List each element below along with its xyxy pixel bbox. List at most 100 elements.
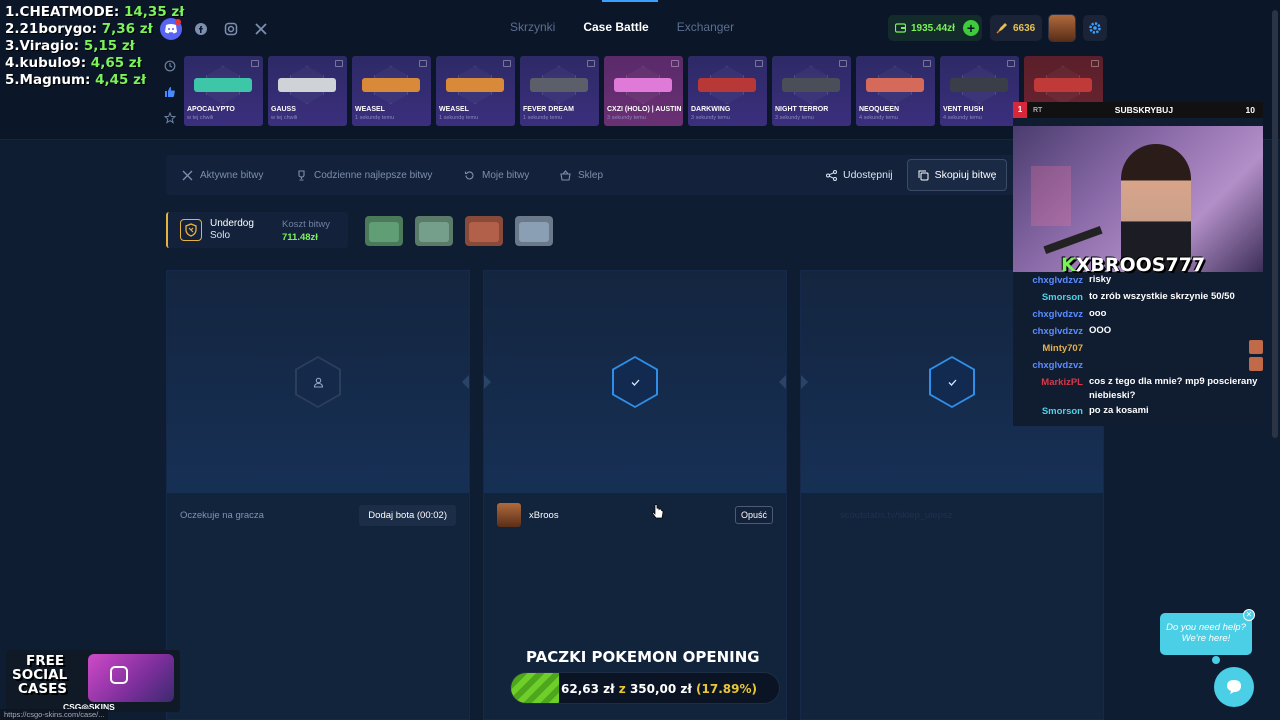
copy-icon <box>918 170 929 180</box>
chat-message: Smorson to zrób wszystkie skrzynie 50/50 <box>1013 289 1263 306</box>
rocket-icon <box>996 23 1007 34</box>
chat-text <box>1089 340 1249 357</box>
facebook-icon[interactable] <box>190 18 212 40</box>
settings-button[interactable] <box>1083 15 1107 41</box>
chat-text: ooo <box>1089 308 1107 319</box>
slot-arrow <box>462 375 469 389</box>
live-drop-item[interactable]: NIGHT TERROR 3 sekundy temu <box>772 56 851 126</box>
nav-cases[interactable]: Skrzynki <box>510 20 555 34</box>
x-icon[interactable] <box>250 18 272 40</box>
case-thumbnail[interactable] <box>515 216 553 246</box>
live-drop-item[interactable]: FEVER DREAM 1 sekundę temu <box>520 56 599 126</box>
case-icon <box>587 60 595 67</box>
drop-time: 1 sekundę temu <box>523 115 563 121</box>
battle-cost: Koszt bitwy 711.48zł <box>282 218 330 244</box>
copy-battle-button[interactable]: Skopiuj bitwę <box>907 159 1007 191</box>
chat-username: chxglvdzvz <box>1032 360 1083 371</box>
case-thumbnail[interactable] <box>465 216 503 246</box>
gear-icon <box>1089 22 1101 34</box>
stream-chat: chxglvdzvz risky Smorson to zrób wszystkie … <box>1013 272 1263 420</box>
case-icon <box>923 60 931 67</box>
leave-button[interactable]: Opuść <box>734 506 773 524</box>
case-icon <box>503 60 511 67</box>
promo-title: PACZKI POKEMON OPENING <box>526 648 760 666</box>
star-icon[interactable] <box>164 112 176 124</box>
close-icon[interactable]: ✕ <box>1243 609 1255 621</box>
battle-cases <box>365 216 553 246</box>
player-slot-1: Oczekuje na gracza Dodaj bota (00:02) <box>166 270 470 720</box>
stream-leaderboard: 1.CHEATMODE: 14,35 zł 2.21borygo: 7,36 z… <box>5 4 184 89</box>
leaderboard-row: 3.Viragio: 5,15 zł <box>5 38 135 54</box>
add-funds-button[interactable]: + <box>962 20 979 36</box>
live-drop-item[interactable]: WEASEL 1 sekundę temu <box>436 56 515 126</box>
drop-name: NIGHT TERROR <box>775 106 829 113</box>
drop-time: 3 sekundy temu <box>607 115 646 121</box>
case-thumbnail[interactable] <box>365 216 403 246</box>
share-icon <box>826 169 837 181</box>
drop-name: DARKWING <box>691 106 731 113</box>
wallet-icon <box>895 23 906 33</box>
mode-type: Solo <box>210 230 231 241</box>
sub-goal-current: 1 <box>1013 102 1027 118</box>
share-button[interactable]: Udostępnij <box>826 155 893 195</box>
weapon-skin-image <box>194 78 252 92</box>
live-drop-item[interactable]: CXZI (HOLO) | AUSTIN 2025 3 sekundy temu <box>604 56 683 126</box>
battle-tabs: Aktywne bitwy Codzienne najlepsze bitwy … <box>166 155 1046 195</box>
tab-active-battles[interactable]: Aktywne bitwy <box>182 155 263 195</box>
slot-arrow <box>484 375 491 389</box>
live-drop-item[interactable]: WEASEL 1 sekundę temu <box>352 56 431 126</box>
drop-time: 1 sekundę temu <box>439 115 479 121</box>
tab-shop[interactable]: Sklep <box>560 155 603 195</box>
live-drop-item[interactable]: DARKWING 3 sekundy temu <box>688 56 767 126</box>
player-avatar <box>497 503 521 527</box>
cost-label: Koszt bitwy <box>282 219 331 230</box>
live-chat-button[interactable] <box>1214 667 1254 707</box>
weapon-skin-image <box>362 78 420 92</box>
balance-display[interactable]: 1935.44zł + <box>888 15 982 41</box>
live-drop-item[interactable]: VENT RUSH 4 sekundy temu <box>940 56 1019 126</box>
case-icon <box>839 60 847 67</box>
emote-icon <box>1249 357 1263 371</box>
case-thumbnail[interactable] <box>415 216 453 246</box>
sub-goal-title: SUBSKRYBUJ <box>1114 105 1174 115</box>
case-icon <box>335 60 343 67</box>
case-icon <box>755 60 763 67</box>
promo-progress: 62,63 zł z 350,00 zł (17.89%) <box>510 672 780 704</box>
copy-label: Skopiuj bitwę <box>934 169 997 181</box>
chat-text: OOO <box>1089 325 1112 336</box>
tab-daily-best[interactable]: Codzienne najlepsze bitwy <box>296 155 432 195</box>
chat-message: chxglvdzvz <box>1013 357 1263 374</box>
drop-time: 4 sekundy temu <box>943 115 982 121</box>
help-bubble[interactable]: Do you need help? We're here! <box>1160 613 1252 655</box>
instagram-chest-icon <box>88 654 174 702</box>
chat-message: Smorson po za kosami <box>1013 403 1263 420</box>
chat-username: Smorson <box>1041 292 1083 303</box>
tab-label: Codzienne najlepsze bitwy <box>314 169 433 181</box>
mode-name: Underdog <box>210 218 254 229</box>
coins-display[interactable]: 6636 <box>990 15 1042 41</box>
page-scrollbar[interactable] <box>1272 10 1278 438</box>
chat-username: Smorson <box>1041 406 1083 417</box>
webcam-feed <box>1013 126 1263 272</box>
case-icon <box>671 60 679 67</box>
live-drop-item[interactable]: APOCALYPTO w tej chwili <box>184 56 263 126</box>
case-icon <box>1091 60 1099 67</box>
weapon-skin-image <box>446 78 504 92</box>
chat-username: chxglvdzvz <box>1032 309 1083 320</box>
live-drop-item[interactable]: GAUSS w tej chwili <box>268 56 347 126</box>
help-line: Do you need help? <box>1166 622 1246 633</box>
weapon-skin-image <box>698 78 756 92</box>
chat-icon <box>1227 680 1241 694</box>
tab-my-battles[interactable]: Moje bitwy <box>464 155 529 195</box>
live-drop-item[interactable]: NEOQUEEN 4 sekundy temu <box>856 56 935 126</box>
instagram-icon[interactable] <box>220 18 242 40</box>
nav-case-battle[interactable]: Case Battle <box>583 20 648 34</box>
nav-exchanger[interactable]: Exchanger <box>677 20 734 34</box>
chat-message: MarkizPL cos z tego dla mnie? mp9 poscier… <box>1013 374 1263 403</box>
drop-name: APOCALYPTO <box>187 106 235 113</box>
add-bot-button[interactable]: Dodaj bota (00:02) <box>359 504 456 526</box>
chat-text: cos z tego dla mnie? mp9 poscierany nieb… <box>1089 376 1258 401</box>
user-icon <box>313 377 323 388</box>
user-avatar[interactable] <box>1048 14 1076 42</box>
chat-text: risky <box>1089 274 1112 285</box>
